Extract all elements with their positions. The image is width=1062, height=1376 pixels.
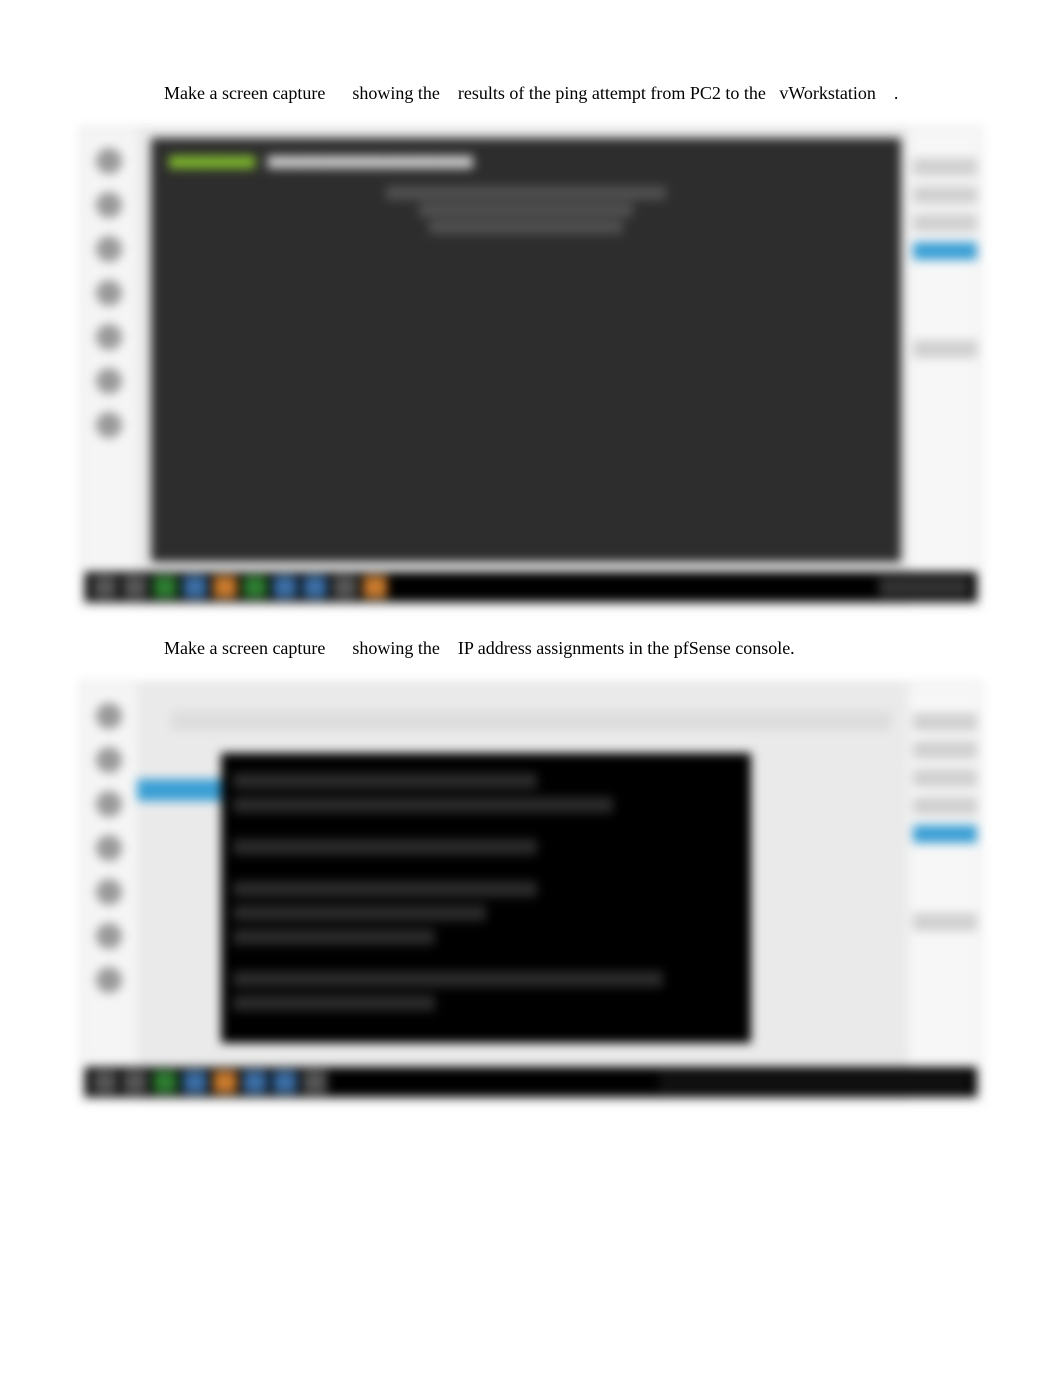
tool-icon — [96, 280, 122, 306]
terminal-prompt: █████████████ — [161, 146, 263, 169]
panel-slot — [913, 741, 977, 759]
panel-slot — [913, 186, 977, 204]
text-segment: vWorkstation — [779, 83, 876, 103]
tool-icon — [96, 148, 122, 174]
taskbar-icon — [93, 1071, 117, 1093]
text-spacer — [444, 638, 453, 658]
text-segment — [770, 83, 775, 103]
terminal-window: █████████████ ██████████████████████████… — [151, 138, 901, 562]
console-line — [233, 929, 435, 945]
instruction-2-text: Make a screen capture showing the IP add… — [164, 635, 942, 662]
active-tab — [137, 779, 221, 801]
tool-icon — [96, 236, 122, 262]
tool-icon — [96, 368, 122, 394]
text-segment: showing the — [352, 638, 440, 658]
panel-slot-active — [913, 242, 977, 260]
tool-icon — [96, 791, 122, 817]
taskbar-icon — [303, 1071, 327, 1093]
text-spacer — [330, 638, 348, 658]
taskbar-icon — [273, 1071, 297, 1093]
console-line — [233, 905, 486, 921]
tool-icon — [96, 192, 122, 218]
tool-icon — [96, 703, 122, 729]
text-segment: IP address assignments in the pfSense co… — [458, 638, 795, 658]
terminal-output: ███████████████████████████████ — [268, 156, 473, 169]
panel-slot — [913, 797, 977, 815]
taskbar-icon — [213, 1071, 237, 1093]
text-segment: . — [894, 83, 899, 103]
instruction-1-text: Make a screen capture showing the result… — [164, 80, 942, 107]
taskbar-icon — [243, 1071, 267, 1093]
taskbar-icon — [303, 576, 327, 598]
left-toolbar — [81, 683, 137, 1101]
text-spacer — [444, 83, 453, 103]
tab-bar — [171, 711, 891, 731]
tool-icon — [96, 967, 122, 993]
taskbar-icon — [183, 1071, 207, 1093]
taskbar-icon — [123, 576, 147, 598]
tool-icon — [96, 324, 122, 350]
panel-slot-active — [913, 825, 977, 843]
instruction-1: Make a screen capture showing the result… — [140, 80, 942, 107]
taskbar-icon — [213, 576, 237, 598]
text-segment: showing the — [352, 83, 440, 103]
tool-icon — [96, 923, 122, 949]
text-spacer — [880, 83, 889, 103]
console-line — [233, 839, 537, 855]
left-toolbar — [81, 128, 137, 606]
taskbar-icon — [93, 576, 117, 598]
panel-slot — [913, 340, 977, 358]
panel-slot — [913, 713, 977, 731]
taskbar — [85, 572, 977, 602]
taskbar-icon — [183, 576, 207, 598]
taskbar-clock — [879, 578, 969, 596]
taskbar-icon — [153, 576, 177, 598]
taskbar-icon — [273, 576, 297, 598]
taskbar-icon — [123, 1071, 147, 1093]
taskbar-icon — [363, 576, 387, 598]
right-panel — [909, 683, 981, 1101]
console-line — [233, 797, 613, 813]
taskbar-right — [659, 1073, 969, 1091]
right-panel — [909, 128, 981, 606]
pfsense-console — [221, 753, 751, 1043]
text-segment: results of the ping attempt from PC2 to … — [458, 83, 766, 103]
taskbar-icon — [153, 1071, 177, 1093]
console-line — [233, 881, 537, 897]
console-line — [233, 995, 435, 1011]
tool-icon — [96, 835, 122, 861]
panel-slot — [913, 158, 977, 176]
taskbar-icon — [333, 576, 357, 598]
tool-icon — [96, 879, 122, 905]
panel-slot — [913, 913, 977, 931]
instruction-2: Make a screen capture showing the IP add… — [140, 635, 942, 662]
screenshot-pfsense-console — [80, 682, 982, 1102]
tool-icon — [96, 412, 122, 438]
text-spacer — [330, 83, 348, 103]
tool-icon — [96, 747, 122, 773]
panel-slot — [913, 214, 977, 232]
console-line — [233, 773, 537, 789]
text-segment: Make a screen capture — [164, 83, 325, 103]
panel-slot — [913, 769, 977, 787]
taskbar-icon — [243, 576, 267, 598]
console-line — [233, 971, 663, 987]
text-segment: Make a screen capture — [164, 638, 325, 658]
screenshot-ping-results: █████████████ ██████████████████████████… — [80, 127, 982, 607]
taskbar — [85, 1067, 977, 1097]
terminal-output-block — [151, 179, 901, 241]
